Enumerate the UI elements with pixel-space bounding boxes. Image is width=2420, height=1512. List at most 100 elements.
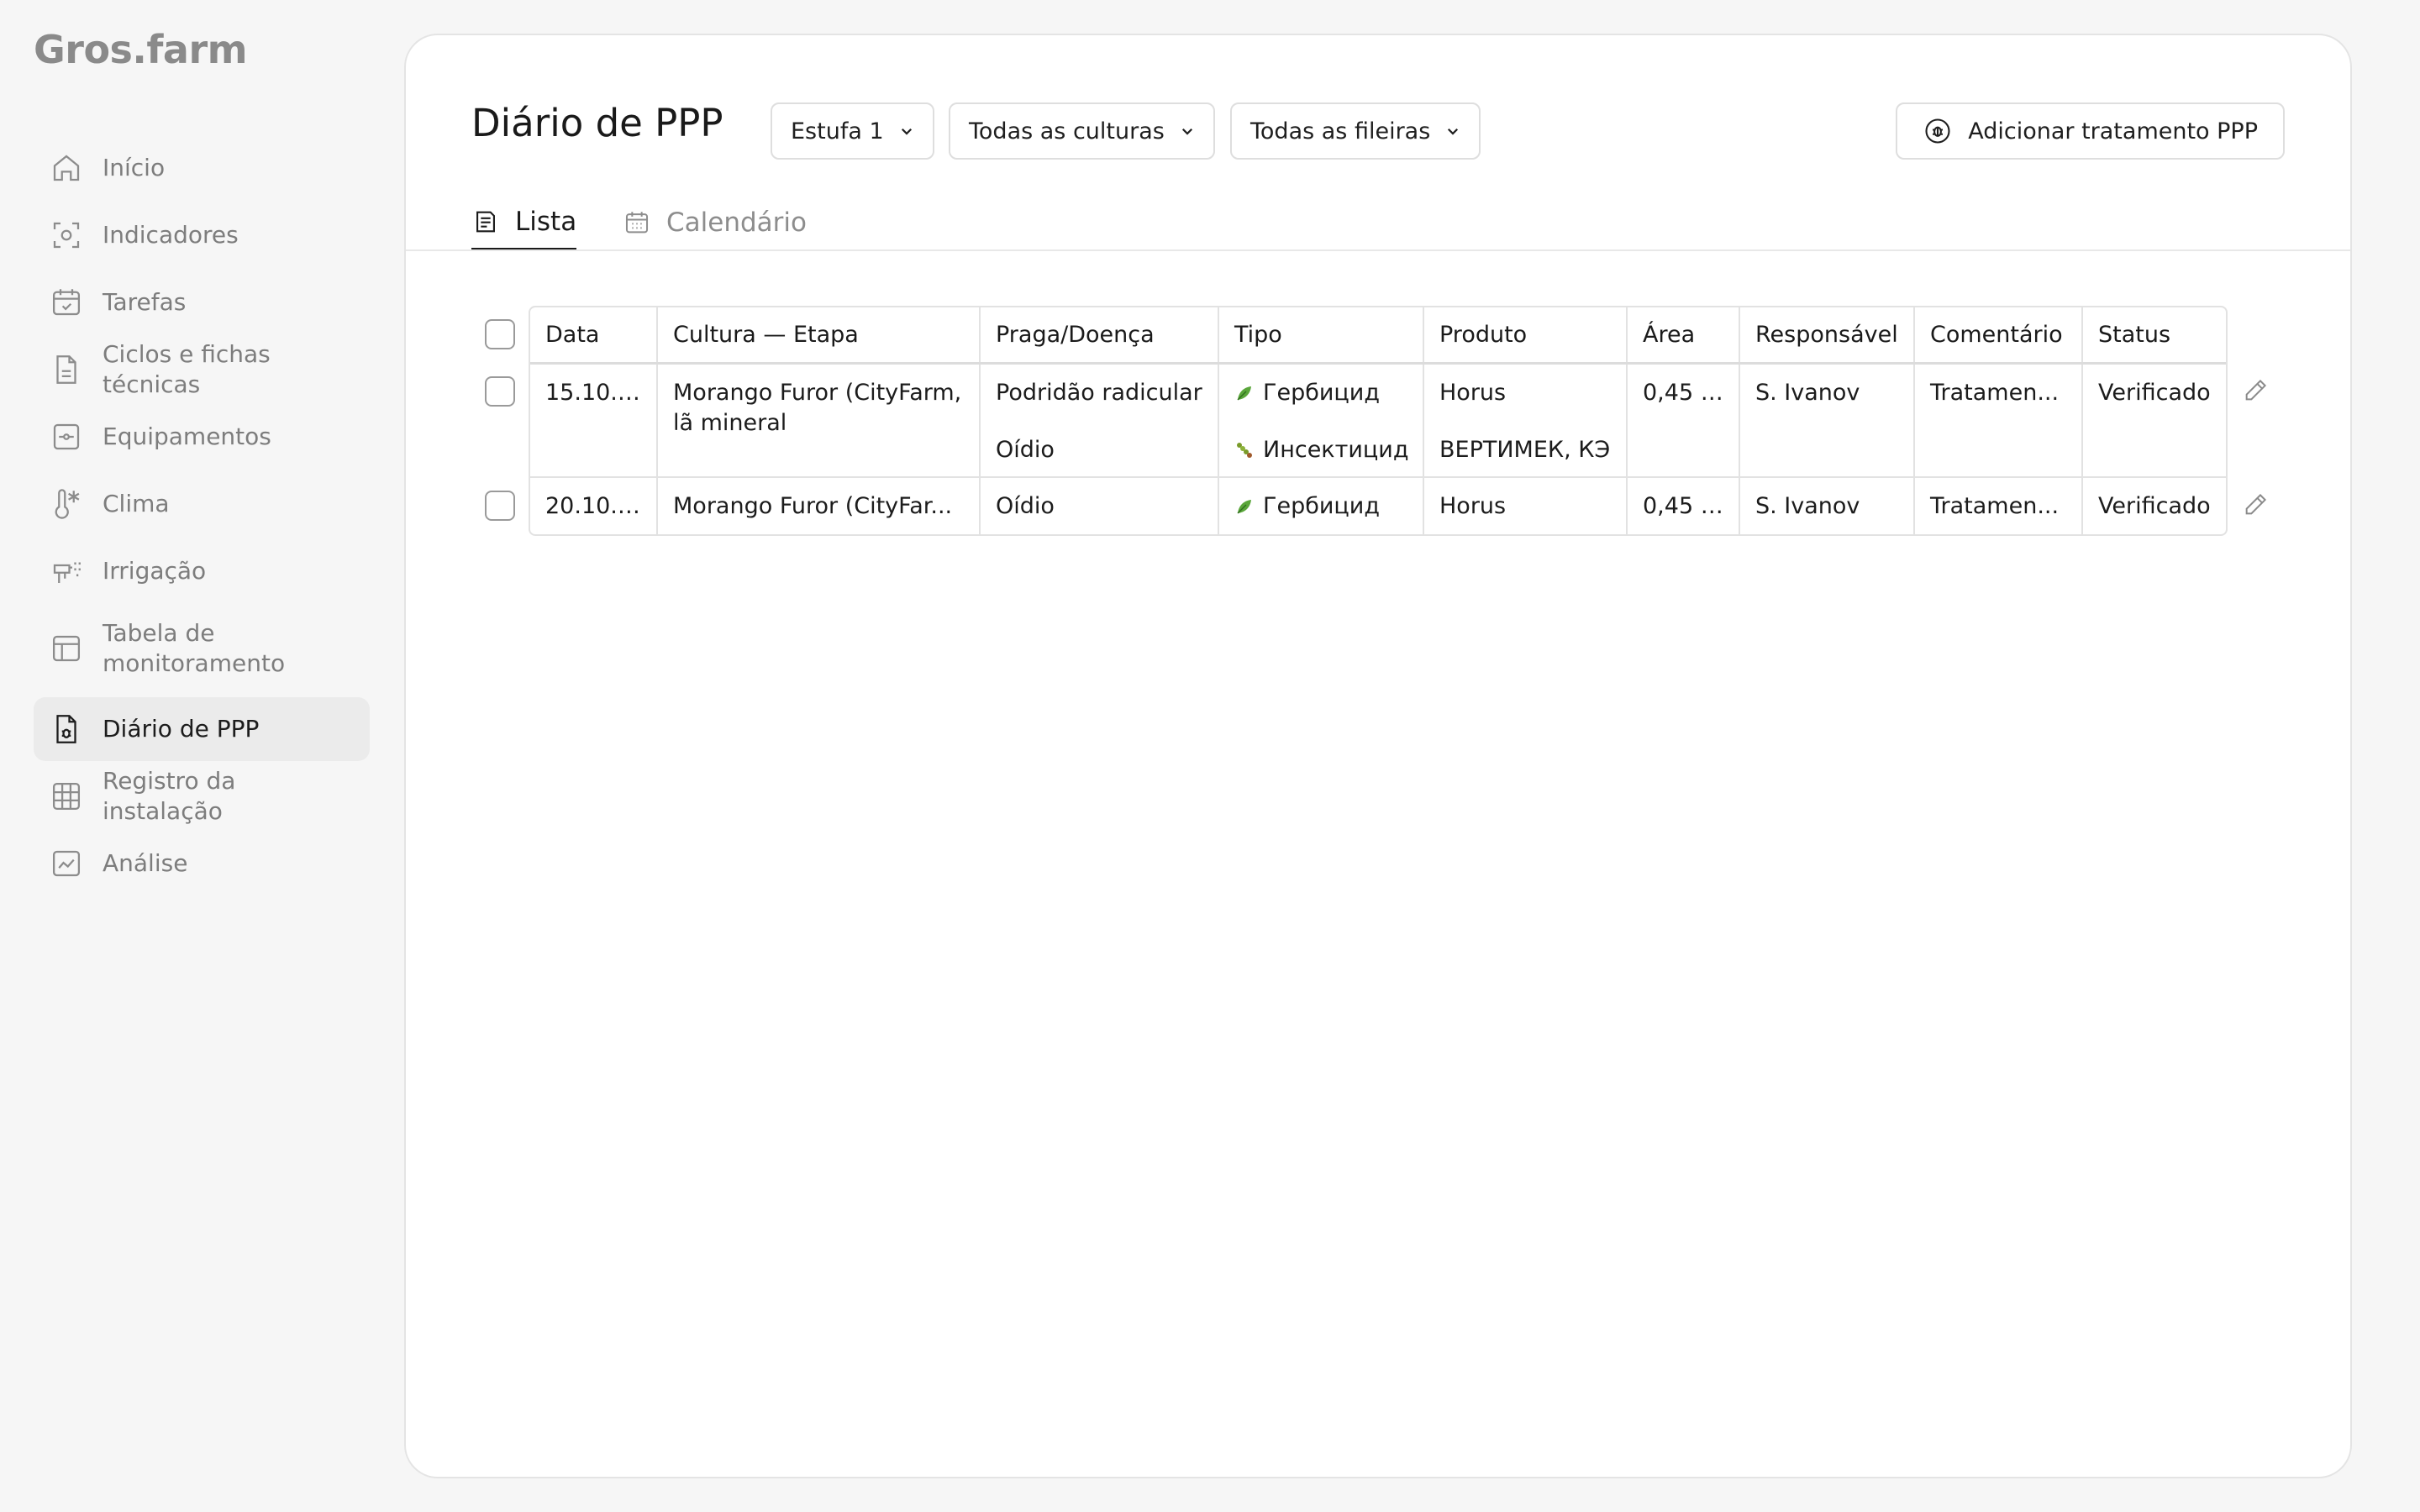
sidebar-item-label: Registro da instalação: [103, 767, 236, 825]
indicators-icon: [53, 222, 80, 249]
app-logo: Gros.farm: [34, 27, 248, 72]
select-all-checkbox[interactable]: [485, 319, 515, 349]
sidebar-item-label: Ciclos e fichas técnicas: [103, 340, 271, 398]
rows-select[interactable]: Todas as fileiras: [1230, 102, 1481, 160]
type-cell: Гербицид: [1218, 477, 1424, 534]
crop-cell: Morango Furor (CityFarm, lã mineral: [657, 363, 981, 478]
sidebar-item-clima[interactable]: Clima: [34, 472, 370, 536]
column-header[interactable]: Tipo: [1218, 307, 1424, 365]
area-cell: 0,45 га: [1627, 477, 1740, 534]
sidebar-item-diario-ppp[interactable]: Diário de PPP: [34, 697, 370, 761]
document-icon: [56, 355, 76, 384]
add-ppp-treatment-button[interactable]: Adicionar tratamento PPP: [1896, 102, 2285, 160]
crop-text: Morango Furor (CityFarm, lã mineral: [673, 379, 962, 436]
product-text: Horus: [1439, 379, 1507, 406]
table-icon: [52, 635, 81, 662]
sidebar-item-label: Início: [103, 154, 166, 181]
sidebar-item-label: Tabela de monitoramento: [103, 619, 286, 677]
responsible-cell: S. Ivanov: [1739, 477, 1915, 534]
page-title: Diário de PPP: [471, 101, 723, 145]
sidebar-nav: Início Indicadores Tarefas Ciclos e fich…: [34, 136, 370, 899]
column-header[interactable]: Produto: [1423, 307, 1628, 365]
status-cell: Verificado: [2098, 493, 2211, 519]
herbicide-leaf-icon: [1237, 386, 1251, 400]
column-header[interactable]: Área: [1627, 307, 1740, 365]
pest-cell: Oídio: [980, 477, 1219, 534]
sidebar-item-label: Tarefas: [103, 288, 187, 316]
list-doc-icon: [476, 211, 495, 232]
calendar-icon: [625, 212, 649, 234]
product-cell: Horus: [1423, 477, 1628, 534]
tab-list[interactable]: Lista: [471, 195, 577, 250]
edit-pencil-icon[interactable]: [2242, 375, 2270, 404]
crops-select-value: Todas as culturas: [969, 118, 1165, 144]
product-text: ВЕРТИМЕК, КЭ: [1439, 436, 1611, 463]
column-header[interactable]: Comentário: [1914, 307, 2083, 365]
calendar-check-icon: [52, 289, 81, 316]
thermometer-snow-icon: [55, 489, 80, 519]
pest-text: Podridão radicular: [996, 379, 1202, 406]
table-row[interactable]: 15.10.25 Morango Furor (CityFarm, lã min…: [530, 363, 2226, 478]
sidebar-item-analise[interactable]: Análise: [34, 832, 370, 895]
edit-pencil-icon[interactable]: [2242, 490, 2270, 518]
bug-add-icon: [1925, 118, 1950, 144]
column-header[interactable]: Status: [2082, 307, 2226, 365]
type-cell: Гербицид Инсектицид: [1218, 363, 1424, 478]
chevron-down-icon: [1181, 128, 1192, 135]
greenhouse-select[interactable]: Estufa 1: [771, 102, 934, 160]
herbicide-leaf-icon: [1237, 500, 1251, 514]
sidebar-item-indicadores[interactable]: Indicadores: [34, 203, 370, 267]
add-ppp-treatment-label: Adicionar tratamento PPP: [1968, 118, 2258, 144]
responsible-cell: S. Ivanov: [1739, 363, 1915, 478]
rows-select-value: Todas as fileiras: [1250, 118, 1431, 144]
tabs-divider: [406, 249, 2350, 251]
sidebar-item-label: Análise: [103, 849, 188, 877]
irrigation-icon: [53, 562, 81, 583]
chevron-down-icon: [1448, 128, 1459, 135]
main-panel: Diário de PPP Estufa 1 Todas as culturas…: [404, 34, 2352, 1478]
date-cell: 20.10.25: [530, 477, 658, 534]
column-header[interactable]: Praga/Doença: [980, 307, 1219, 365]
sidebar-item-inicio[interactable]: Início: [34, 136, 370, 200]
table-header-row: Data Cultura — Etapa Praga/Doença Tipo P…: [530, 307, 2226, 365]
sidebar-item-irrigacao[interactable]: Irrigação: [34, 539, 370, 603]
sidebar-item-label: Indicadores: [103, 221, 239, 249]
comment-cell: Tratamen...: [1914, 477, 2083, 534]
chevron-down-icon: [901, 128, 912, 135]
date-cell: 15.10.25: [530, 363, 658, 478]
comment-cell: Tratamen...: [1914, 363, 2083, 478]
tab-calendar[interactable]: Calendário: [623, 195, 807, 250]
type-text: Гербицид: [1263, 379, 1381, 406]
sidebar-item-label: Irrigação: [103, 557, 207, 585]
home-icon: [53, 155, 80, 181]
equipment-icon: [53, 423, 80, 450]
crop-cell: Morango Furor (CityFar...: [657, 477, 981, 534]
grid-icon: [52, 782, 81, 811]
column-header[interactable]: Data: [530, 307, 658, 365]
table-row[interactable]: 20.10.25 Morango Furor (CityFar... Oídio…: [530, 477, 2226, 534]
sidebar-item-registro-instalacao[interactable]: Registro da instalação: [34, 764, 370, 828]
sidebar-item-tarefas[interactable]: Tarefas: [34, 270, 370, 334]
column-header[interactable]: Responsável: [1739, 307, 1915, 365]
insecticide-caterpillar-icon: [1237, 442, 1252, 458]
row-checkbox[interactable]: [485, 491, 515, 521]
sidebar-item-tabela-monitoramento[interactable]: Tabela de monitoramento: [34, 606, 370, 690]
sidebar-item-ciclos[interactable]: Ciclos e fichas técnicas: [34, 338, 370, 402]
greenhouse-select-value: Estufa 1: [791, 118, 884, 144]
sidebar-item-label: Clima: [103, 490, 170, 517]
tab-list-label: Lista: [515, 206, 577, 237]
row-checkbox[interactable]: [485, 376, 515, 407]
bug-document-icon: [56, 715, 76, 743]
tab-calendar-label: Calendário: [666, 207, 807, 238]
status-cell: Verificado: [2082, 363, 2226, 478]
ppp-table: Data Cultura — Etapa Praga/Doença Tipo P…: [529, 306, 2228, 536]
column-header[interactable]: Cultura — Etapa: [657, 307, 981, 365]
chart-icon: [52, 850, 81, 877]
sidebar-item-equipamentos[interactable]: Equipamentos: [34, 405, 370, 469]
pest-cell: Podridão radicular Oídio: [980, 363, 1219, 478]
sidebar-item-label: Diário de PPP: [103, 715, 260, 743]
pest-text: Oídio: [996, 436, 1055, 463]
area-cell: 0,45 га: [1627, 363, 1740, 478]
type-text: Гербицид: [1263, 493, 1381, 519]
crops-select[interactable]: Todas as culturas: [949, 102, 1215, 160]
